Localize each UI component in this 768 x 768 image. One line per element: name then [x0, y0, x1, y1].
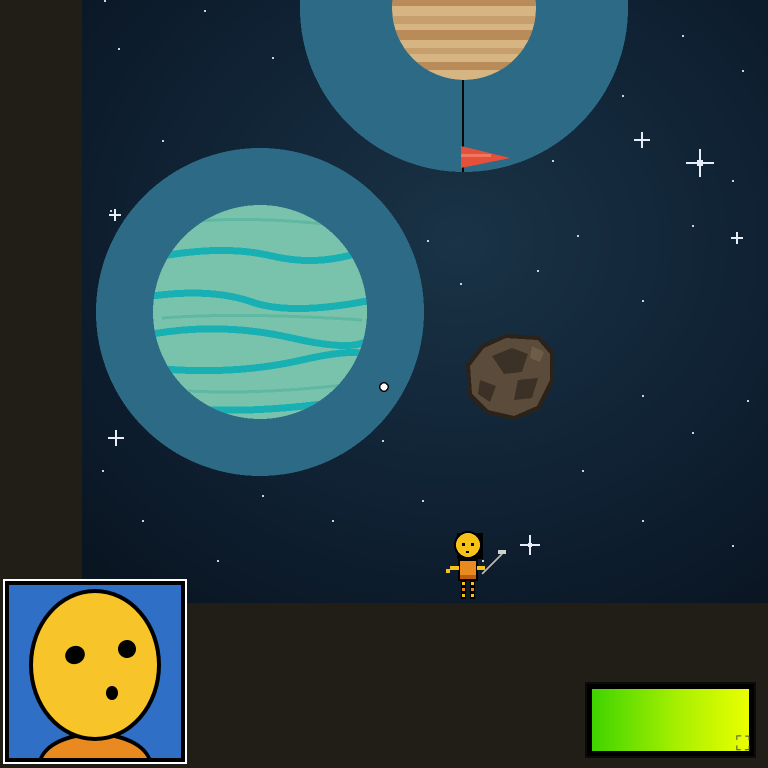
- character-portrait: [3, 579, 187, 764]
- fullscreen-icon[interactable]: ⛶: [730, 730, 756, 756]
- golf-ball-icon[interactable]: [379, 382, 389, 392]
- energy-meter-track: [592, 689, 749, 751]
- energy-meter-fill: [592, 689, 749, 751]
- ice-planet: [96, 148, 424, 476]
- portrait-background: [9, 585, 181, 758]
- space-scene[interactable]: [82, 0, 768, 603]
- alien-face-icon: [29, 589, 161, 758]
- game-viewport[interactable]: [82, 0, 768, 603]
